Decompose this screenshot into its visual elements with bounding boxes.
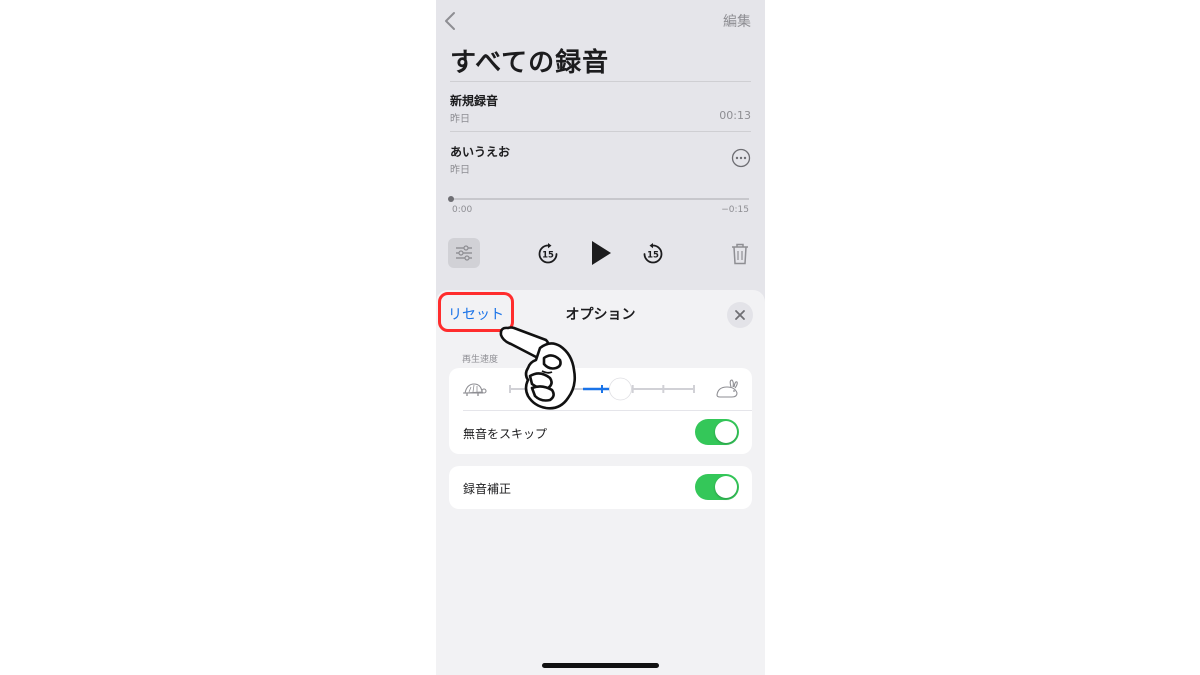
sliders-icon [456,245,472,261]
settings-card: 録音補正 [449,466,752,509]
recording-title: 新規録音 [450,94,499,108]
enhance-recording-label: 録音補正 [463,482,512,496]
play-button[interactable] [589,239,613,267]
skip-forward-15-button[interactable]: 15 [641,242,665,266]
options-button[interactable] [448,238,480,268]
recording-duration: 00:13 [719,109,751,122]
sheet-title: オプション [565,307,636,323]
skip-back-15-button[interactable]: 15 [536,242,560,266]
close-button[interactable] [727,302,753,328]
slider-knob[interactable] [609,377,632,401]
options-sheet: リセット オプション 再生速度 無音をスキップ 録音補正 [436,290,765,675]
pointing-hand-icon [499,326,577,410]
recording-title: あいうえお [450,145,511,159]
divider [450,81,751,82]
remaining-time: −0:15 [721,205,749,215]
page-title: すべての録音 [450,48,610,78]
skip-silence-toggle[interactable] [695,419,739,445]
toggle-knob [715,476,737,498]
rabbit-icon [716,379,738,398]
scrubber-knob[interactable] [448,196,454,202]
divider [450,131,751,132]
ellipsis-circle-icon[interactable] [731,148,751,168]
edit-button[interactable]: 編集 [723,11,751,31]
skip-silence-label: 無音をスキップ [463,427,548,441]
navigation-bar: 編集 [436,0,765,40]
toggle-knob [715,421,737,443]
home-indicator [542,663,659,668]
recording-date: 昨日 [450,165,470,176]
chevron-left-icon[interactable] [442,10,458,32]
trash-icon[interactable] [730,242,750,266]
turtle-icon [463,383,487,396]
close-icon [735,310,745,320]
playback-scrubber[interactable] [450,198,749,200]
skip-back-label: 15 [542,251,554,261]
enhance-recording-toggle[interactable] [695,474,739,500]
phone-screen: 編集 すべての録音 新規録音 昨日 00:13 あいうえお 昨日 0:00 −0… [436,0,765,675]
elapsed-time: 0:00 [452,205,473,215]
skip-forward-label: 15 [647,251,659,261]
speed-section-label: 再生速度 [462,355,499,365]
recording-date: 昨日 [450,114,470,125]
